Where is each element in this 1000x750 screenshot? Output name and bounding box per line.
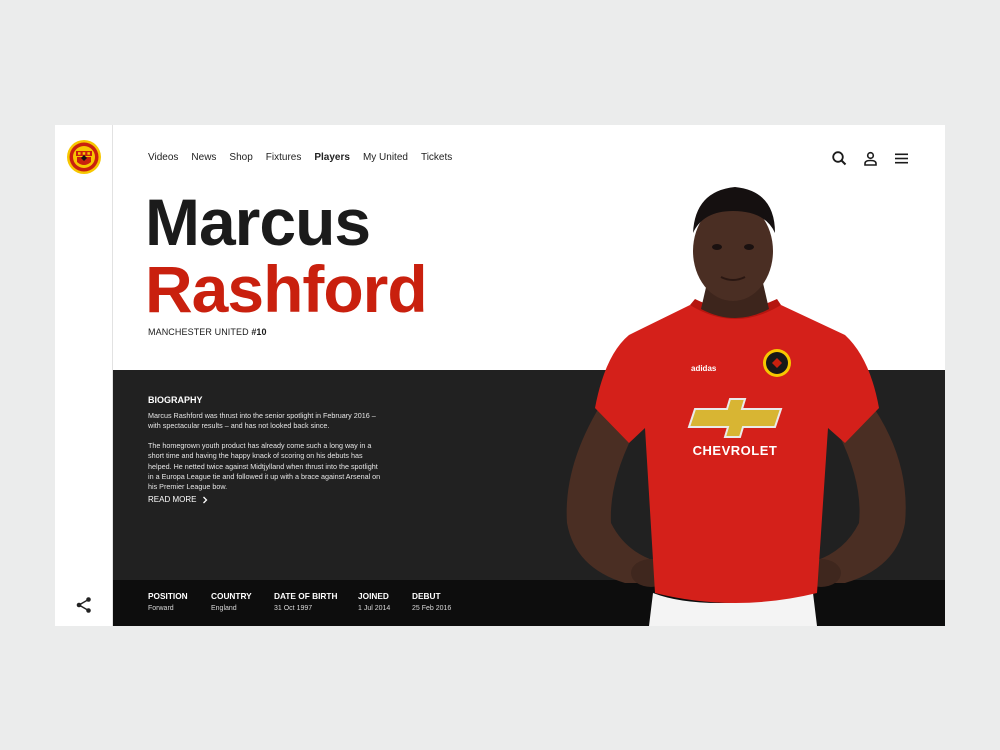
player-photo: CHEVROLET adidas: [566, 187, 906, 626]
user-icon[interactable]: [862, 150, 879, 167]
share-icon[interactable]: [75, 596, 93, 614]
stat-joined: JOINED 1 Jul 2014: [358, 591, 390, 612]
main-nav: Videos News Shop Fixtures Players My Uni…: [148, 152, 465, 163]
nav-item-tickets[interactable]: Tickets: [421, 152, 452, 163]
stat-value: 25 Feb 2016: [412, 605, 452, 612]
header-actions: [831, 150, 910, 167]
biography-paragraph: The homegrown youth product has already …: [148, 441, 381, 492]
club-name: MANCHESTER UNITED: [148, 327, 249, 337]
nav-item-players[interactable]: Players: [314, 152, 350, 163]
stat-value: England: [211, 605, 237, 612]
read-more-label: READ MORE: [148, 495, 197, 504]
player-club-line: MANCHESTER UNITED #10: [148, 327, 267, 337]
stat-value: 31 Oct 1997: [274, 605, 313, 612]
nav-item-news[interactable]: News: [191, 152, 216, 163]
player-profile-page: Videos News Shop Fixtures Players My Uni…: [55, 125, 945, 626]
stat-date-of-birth: DATE OF BIRTH 31 Oct 1997: [274, 591, 337, 612]
biography-paragraph: Marcus Rashford was thrust into the seni…: [148, 411, 376, 431]
stat-value: Forward: [148, 605, 174, 612]
chevron-right-icon: [203, 496, 208, 503]
player-first-name: Marcus: [145, 185, 371, 259]
left-rail: [55, 125, 113, 626]
player-last-name: Rashford: [145, 252, 428, 326]
stat-value: 1 Jul 2014: [358, 605, 391, 612]
stat-label: POSITION: [148, 591, 188, 601]
club-crest-logo[interactable]: [66, 139, 102, 175]
stat-position: POSITION Forward: [148, 591, 188, 612]
jersey-crest-icon: [763, 349, 791, 377]
menu-icon[interactable]: [893, 150, 910, 167]
read-more-link[interactable]: READ MORE: [148, 495, 209, 504]
stat-label: JOINED: [358, 591, 389, 601]
stat-country: COUNTRY England: [211, 591, 252, 612]
stat-debut: DEBUT 25 Feb 2016: [412, 591, 451, 612]
player-number: #10: [251, 327, 267, 337]
nav-item-my-united[interactable]: My United: [363, 152, 408, 163]
nav-item-fixtures[interactable]: Fixtures: [266, 152, 302, 163]
search-icon[interactable]: [831, 150, 848, 167]
stat-label: DATE OF BIRTH: [274, 591, 338, 601]
adidas-logo-icon: adidas: [691, 364, 717, 373]
nav-item-shop[interactable]: Shop: [229, 152, 252, 163]
stat-label: COUNTRY: [211, 591, 252, 601]
stat-label: DEBUT: [412, 591, 441, 601]
nav-item-videos[interactable]: Videos: [148, 152, 178, 163]
jersey-sponsor-text: CHEVROLET: [693, 443, 778, 458]
biography-title: BIOGRAPHY: [148, 395, 203, 405]
